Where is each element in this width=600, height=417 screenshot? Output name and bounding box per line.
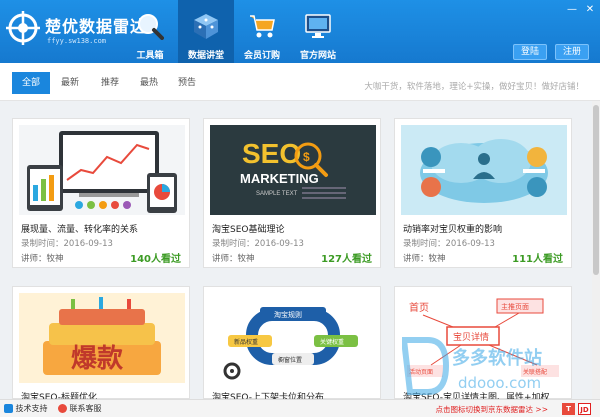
course-card[interactable]: SEO $ MARKETING SAMPLE TEXT 淘宝SEO基础理论 录制… <box>203 118 381 268</box>
thumb-bottom-text: 橱窗位置 <box>278 356 302 364</box>
status-bar: 技术支持 联系客服 点击图标切换到京东数据雷达 >> T JD <box>0 399 600 417</box>
course-card[interactable]: 展现量、流量、转化率的关系 录制时间：2016-09-13 讲师：牧神 140人… <box>12 118 190 268</box>
nav-membership[interactable]: 会员订购 <box>234 0 290 63</box>
cloud-people-illustration <box>420 139 548 203</box>
course-thumbnail: SEO $ MARKETING SAMPLE TEXT <box>210 125 376 215</box>
view-count: 127人看过 <box>321 254 372 265</box>
minimize-button[interactable]: — <box>566 4 578 16</box>
svg-text:$: $ <box>303 150 310 164</box>
seo-marketing-illustration: SEO $ MARKETING SAMPLE TEXT <box>240 138 346 199</box>
watermark-url-text: ddooo.com <box>458 374 541 392</box>
cart-icon <box>250 15 275 38</box>
thumb-main-text: 主推页面 <box>501 302 529 311</box>
course-lecturer: 讲师：牧神 <box>21 254 64 264</box>
hot-product-cake-illustration: 爆款 <box>43 297 161 375</box>
course-date: 录制时间：2016-09-13 <box>21 239 113 249</box>
nav-label: 数据讲堂 <box>187 51 224 61</box>
course-thumbnail: 淘宝规则 新品权重 关键权重 橱窗位置 <box>210 293 376 383</box>
thumb-big-text: 爆款 <box>71 344 124 374</box>
tab-preview[interactable]: 预告 <box>175 72 199 94</box>
view-count: 140人看过 <box>130 254 181 265</box>
switch-jd-link[interactable]: 点击图标切换到京东数据雷达 >> <box>436 404 548 415</box>
view-count: 111人看过 <box>512 254 563 265</box>
nav-data-lecture[interactable]: 数据讲堂 <box>178 0 234 63</box>
thumb-home-text: 首页 <box>409 301 429 314</box>
jd-badge-icon[interactable]: JD <box>578 403 591 415</box>
course-lecturer: 讲师：牧神 <box>403 254 446 264</box>
cube-icon <box>194 14 218 39</box>
thumb-marketing-text: MARKETING <box>240 171 319 186</box>
thumb-seo-text: SEO <box>242 138 301 169</box>
watermark-cn-text: 多多软件站 <box>452 347 542 369</box>
scrollbar-thumb[interactable] <box>593 105 599 275</box>
tmall-badge-icon[interactable]: T <box>562 403 575 415</box>
monitor-icon <box>305 14 331 38</box>
nav-label: 官方网站 <box>299 51 336 61</box>
tab-recommended[interactable]: 推荐 <box>98 72 122 94</box>
course-card[interactable]: 动销率对宝贝权重的影响 录制时间：2016-09-13 讲师：牧神 111人看过 <box>394 118 572 268</box>
nav-official-site[interactable]: 官方网站 <box>290 0 346 63</box>
close-button[interactable]: ✕ <box>584 4 596 16</box>
course-lecturer: 讲师：牧神 <box>212 254 255 264</box>
customer-service-icon <box>58 404 67 413</box>
thumb-sample-text: SAMPLE TEXT <box>256 191 298 197</box>
course-title: 动销率对宝贝权重的影响 <box>403 225 503 235</box>
support-icon <box>4 404 13 413</box>
course-card[interactable]: 爆款 淘宝SEO-标题优化 <box>12 286 190 403</box>
analytics-devices-illustration <box>27 131 177 213</box>
login-button[interactable]: 登陆 <box>513 44 547 60</box>
course-thumbnail <box>19 125 185 215</box>
nav-label: 会员订购 <box>243 51 280 61</box>
course-date: 录制时间：2016-09-13 <box>212 239 304 249</box>
tech-support-link[interactable]: 技术支持 <box>4 403 48 414</box>
watermark: 多多软件站 ddooo.com <box>400 330 592 400</box>
app-header: 楚优数据雷达 ffyy.sw138.com 工具箱 数据讲堂 会员订购 官方网站 <box>0 0 600 63</box>
course-title: 淘宝SEO基础理论 <box>212 225 285 235</box>
nav-label: 工具箱 <box>136 51 164 61</box>
course-date: 录制时间：2016-09-13 <box>403 239 495 249</box>
tab-hottest[interactable]: 最热 <box>137 72 161 94</box>
chain-rules-illustration: 淘宝规则 新品权重 关键权重 橱窗位置 <box>223 307 358 380</box>
vertical-scrollbar[interactable] <box>592 101 600 399</box>
filter-bar: 全部 最新 推荐 最热 预告 大咖干货，软件落地，理论+实操，做好宝贝！做好店铺… <box>0 63 600 101</box>
course-thumbnail: 爆款 <box>19 293 185 383</box>
thumb-top-text: 淘宝规则 <box>274 310 302 319</box>
contact-service-link[interactable]: 联系客服 <box>58 403 102 414</box>
thumb-right-text: 关键权重 <box>320 338 344 346</box>
course-title: 展现量、流量、转化率的关系 <box>21 225 139 235</box>
watermark-logo-icon: 多多软件站 ddooo.com <box>400 337 542 395</box>
thumb-left-text: 新品权重 <box>234 338 258 346</box>
magnifier-icon <box>138 14 164 40</box>
radar-logo-icon <box>6 11 40 45</box>
course-card[interactable]: 淘宝规则 新品权重 关键权重 橱窗位置 淘宝SEO-上下架卡位和分布 <box>203 286 381 403</box>
app-subtitle: ffyy.sw138.com <box>47 37 107 45</box>
tab-all[interactable]: 全部 <box>12 72 50 94</box>
tab-latest[interactable]: 最新 <box>58 72 82 94</box>
slogan-text: 大咖干货，软件落地，理论+实操，做好宝贝！做好店铺！ <box>364 82 584 92</box>
register-button[interactable]: 注册 <box>555 44 589 60</box>
course-thumbnail <box>401 125 567 215</box>
nav-toolbox[interactable]: 工具箱 <box>122 0 178 63</box>
